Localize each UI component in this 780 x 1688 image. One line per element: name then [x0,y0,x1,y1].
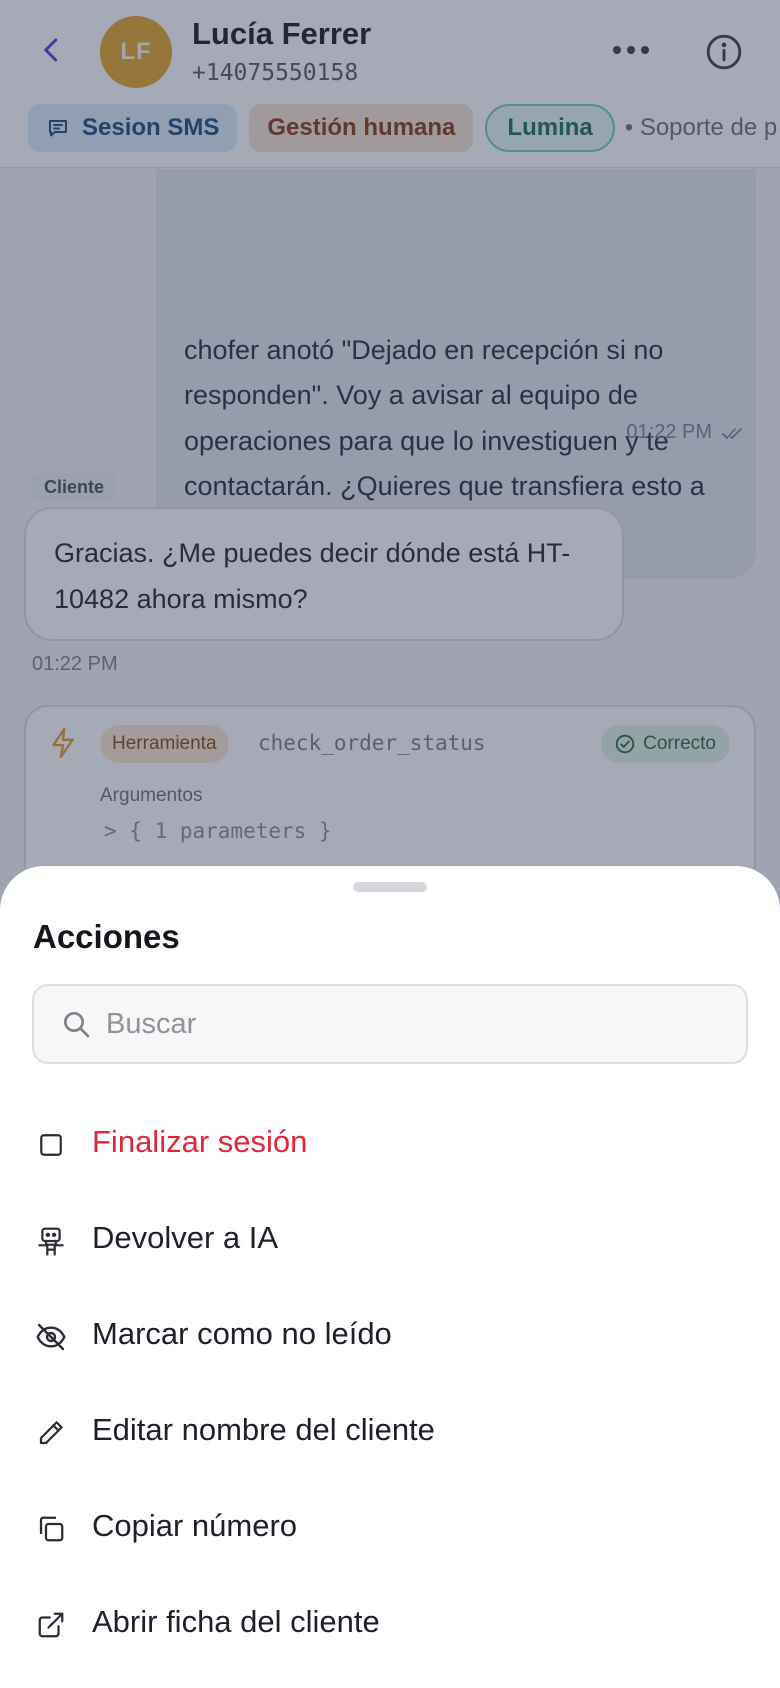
search-icon [64,1012,90,1038]
pencil-icon [33,1415,69,1451]
copy-number-label: Copiar número [92,1508,298,1543]
external-link-icon [33,1607,69,1643]
end-session-label: Finalizar sesión [92,1124,308,1159]
mark-unread-action[interactable]: Marcar como no leído [0,1290,780,1386]
open-client-profile-action[interactable]: Abrir ficha del cliente [0,1578,780,1674]
search-box[interactable] [32,984,748,1064]
sheet-drag-handle[interactable] [353,882,427,892]
actions-sheet: Acciones Finalizar sesión Devolver a IA … [0,866,780,1688]
eye-off-icon [33,1319,69,1355]
return-to-ai-label: Devolver a IA [92,1220,279,1255]
copy-number-action[interactable]: Copiar número [0,1482,780,1578]
search-input[interactable] [106,986,726,1062]
edit-client-name-label: Editar nombre del cliente [92,1412,435,1447]
square-icon [33,1127,69,1163]
return-to-ai-action[interactable]: Devolver a IA [0,1194,780,1290]
robot-icon [33,1223,69,1259]
mark-unread-label: Marcar como no leído [92,1316,392,1351]
end-session-action[interactable]: Finalizar sesión [0,1098,780,1194]
sheet-title: Acciones [33,918,180,955]
copy-icon [33,1511,69,1547]
edit-client-name-action[interactable]: Editar nombre del cliente [0,1386,780,1482]
open-client-profile-label: Abrir ficha del cliente [92,1604,380,1639]
